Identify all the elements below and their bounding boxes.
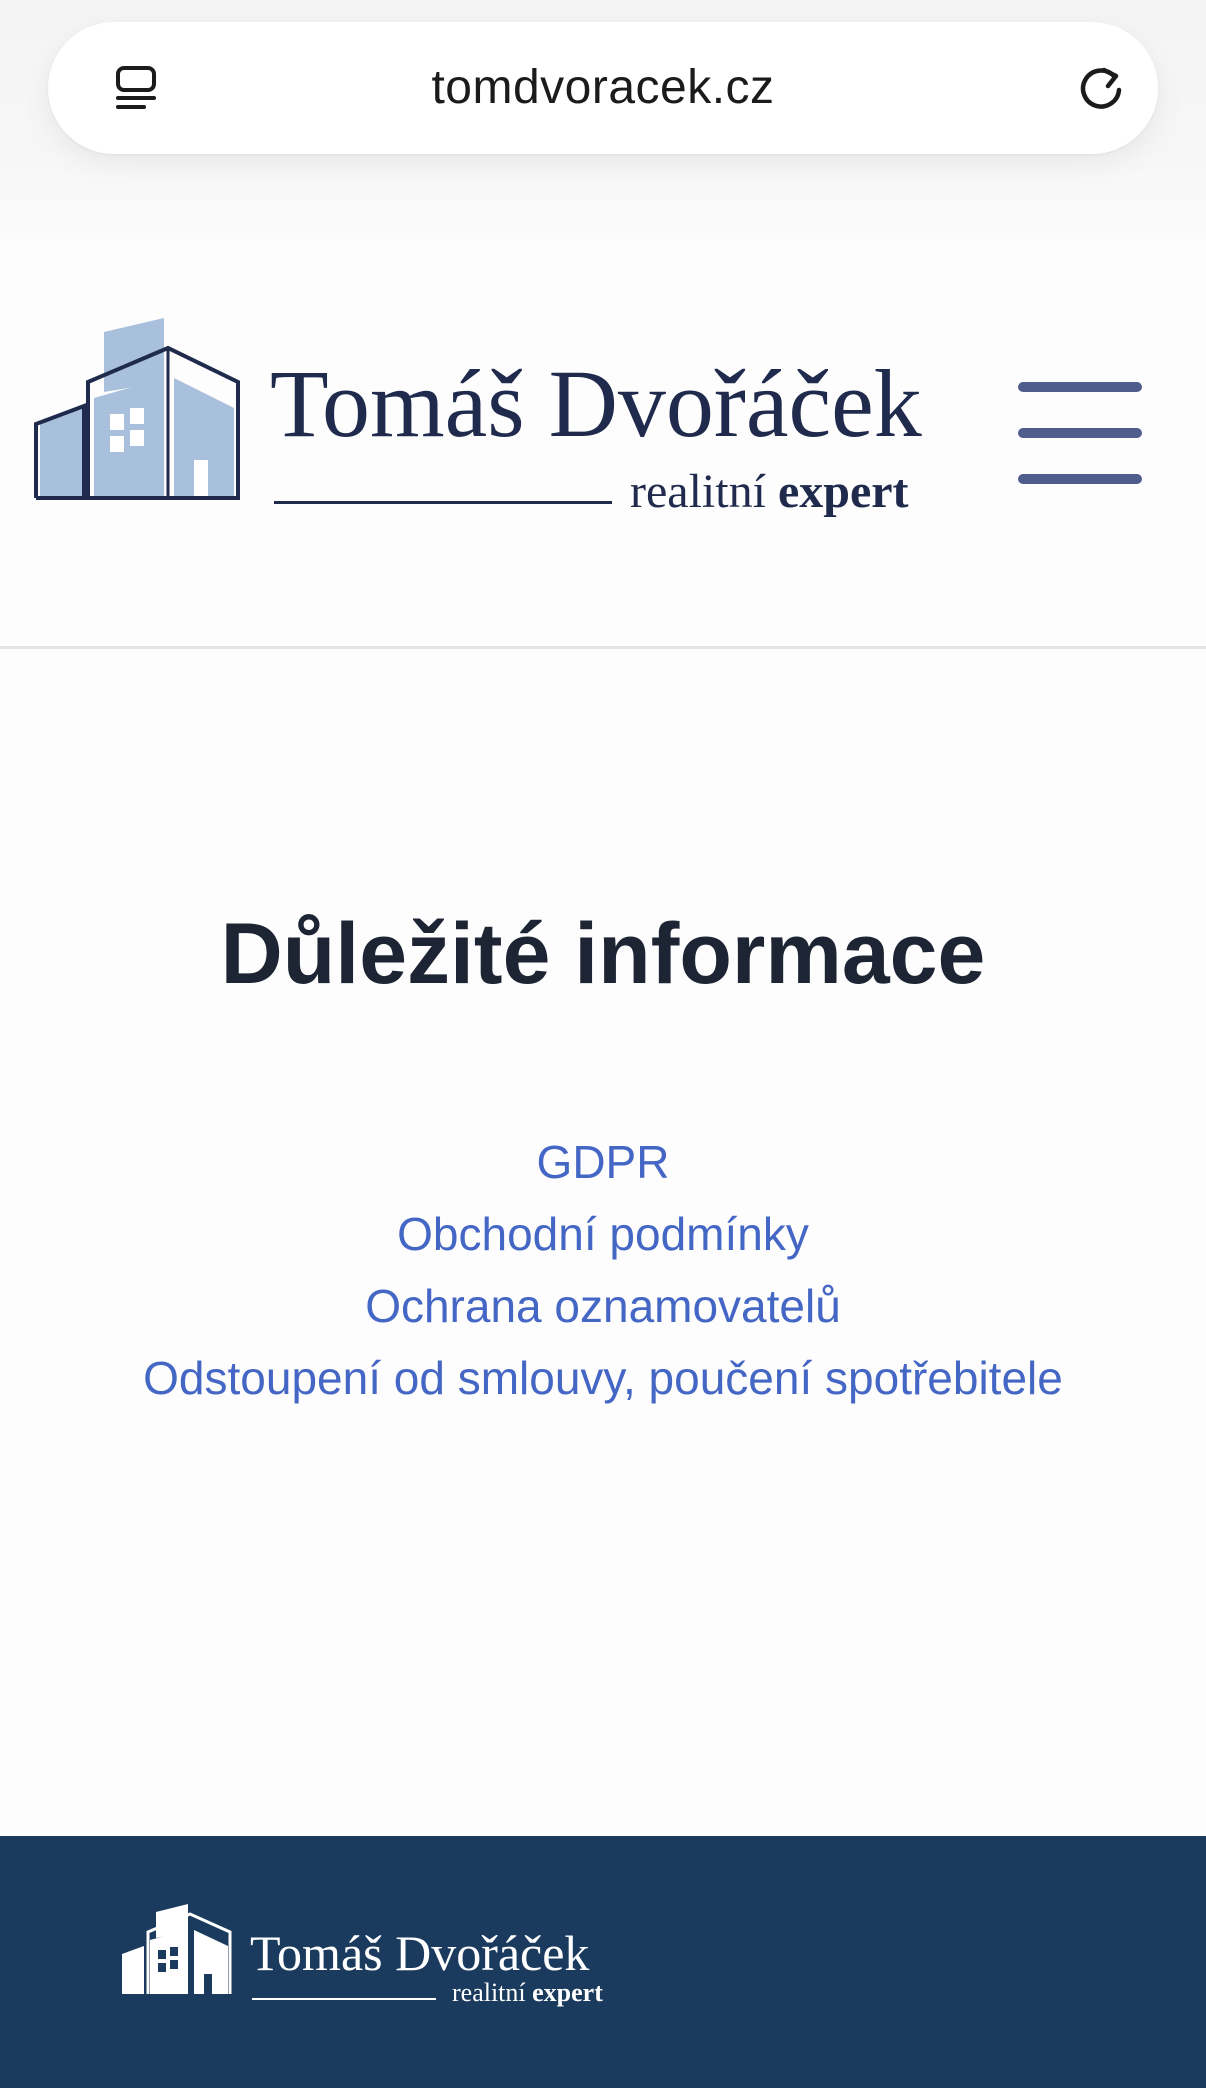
logo-tagline-light: realitní	[630, 465, 766, 518]
url-text[interactable]: tomdvoracek.cz	[48, 22, 1158, 154]
site-logo[interactable]: Tomáš Dvořáček realitní expert	[34, 318, 944, 518]
footer-logo-tagline: realitní expert	[452, 1980, 603, 2006]
link-contract-withdrawal[interactable]: Odstoupení od smlouvy, poučení spotřebit…	[0, 1342, 1206, 1414]
logo-name: Tomáš Dvořáček	[270, 350, 922, 457]
footer-logo[interactable]: Tomáš Dvořáček realitní expert	[120, 1898, 640, 2018]
link-whistleblower-protection[interactable]: Ochrana oznamovatelů	[0, 1270, 1206, 1342]
hamburger-menu-icon[interactable]	[1016, 382, 1144, 486]
link-business-terms[interactable]: Obchodní podmínky	[0, 1198, 1206, 1270]
menu-bar-middle	[1018, 428, 1142, 438]
reload-icon[interactable]	[1074, 62, 1128, 116]
address-bar[interactable]: tomdvoracek.cz	[48, 22, 1158, 154]
menu-bar-top	[1018, 382, 1142, 392]
footer-logo-name: Tomáš Dvořáček	[250, 1925, 590, 1981]
menu-bar-bottom	[1018, 474, 1142, 484]
site-footer: Tomáš Dvořáček realitní expert	[0, 1836, 1206, 2088]
browser-toolbar: tomdvoracek.cz	[0, 0, 1206, 240]
page-title: Důležité informace	[220, 906, 986, 1002]
main-content: Důležité informace GDPR Obchodní podmínk…	[0, 649, 1206, 1836]
info-links: GDPR Obchodní podmínky Ochrana oznamovat…	[0, 1126, 1206, 1414]
logo-divider	[274, 501, 612, 504]
footer-logo-divider	[252, 1998, 436, 2000]
building-logo-icon	[34, 318, 244, 508]
footer-tagline-bold: expert	[532, 1978, 603, 2007]
footer-tagline-light: realitní	[452, 1978, 526, 2007]
logo-tagline-bold: expert	[777, 465, 909, 518]
link-gdpr[interactable]: GDPR	[0, 1126, 1206, 1198]
footer-building-logo-icon	[120, 1898, 232, 2000]
logo-tagline: realitní expert	[630, 468, 909, 516]
site-header: Tomáš Dvořáček realitní expert	[0, 240, 1206, 649]
